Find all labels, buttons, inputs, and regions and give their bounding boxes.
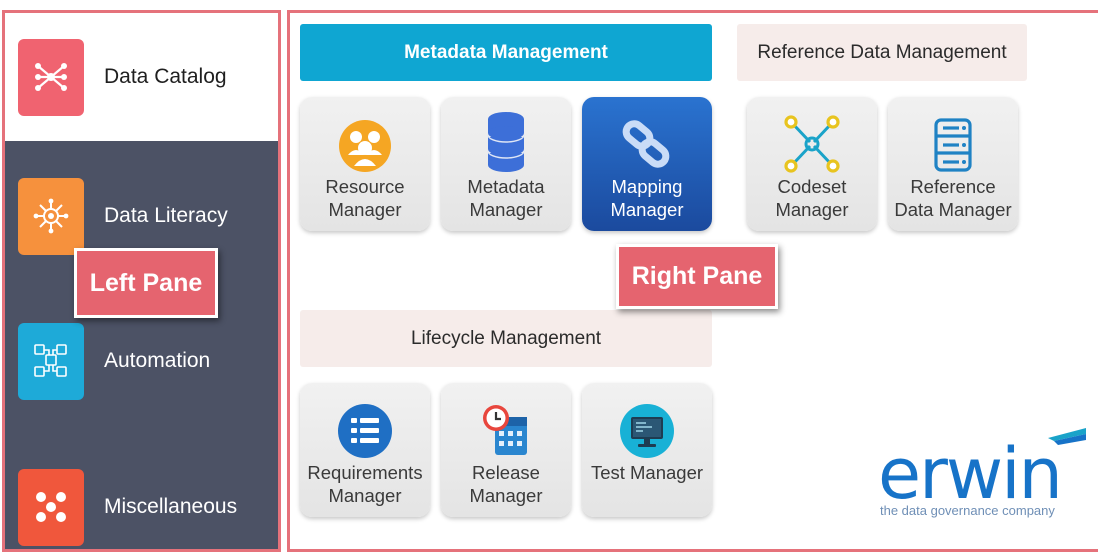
- reference-data-manager-label: Reference Data Manager: [894, 176, 1012, 220]
- requirements-manager-label: Requirements Manager: [307, 462, 423, 506]
- erwin-logo: erwin the data governance company: [870, 420, 1095, 530]
- automation-icon: [18, 322, 84, 400]
- section-header-reference-data-management[interactable]: Reference Data Management: [737, 24, 1027, 81]
- nav-item-data-literacy[interactable]: Data Literacy: [5, 176, 278, 256]
- miscellaneous-icon: [18, 468, 84, 546]
- release-manager-icon: [481, 383, 531, 459]
- nav-label-automation: Automation: [104, 349, 211, 372]
- nav-label-data-catalog: Data Catalog: [104, 65, 227, 88]
- nav-label-miscellaneous: Miscellaneous: [104, 495, 238, 518]
- codeset-manager-label: Codeset Manager: [775, 176, 849, 220]
- reference-data-manager-tile[interactable]: Reference Data Manager: [888, 97, 1018, 231]
- requirements-manager-icon: [336, 383, 394, 459]
- resource-manager-label: Resource Manager: [325, 176, 405, 220]
- reference-data-manager-icon: [933, 97, 973, 173]
- erwin-logo-flag-icon: [1048, 428, 1086, 445]
- resource-manager-icon: [338, 97, 392, 173]
- release-manager-label: Release Manager: [469, 462, 543, 506]
- nav-item-data-catalog[interactable]: Data Catalog: [5, 13, 278, 141]
- resource-manager-tile[interactable]: Resource Manager: [300, 97, 430, 231]
- test-manager-tile[interactable]: Test Manager: [582, 383, 712, 517]
- metadata-manager-label: Metadata Manager: [467, 176, 545, 220]
- codeset-manager-tile[interactable]: Codeset Manager: [747, 97, 877, 231]
- mapping-manager-label: Mapping Manager: [610, 176, 684, 220]
- release-manager-tile[interactable]: Release Manager: [441, 383, 571, 517]
- section-header-metadata-management[interactable]: Metadata Management: [300, 24, 712, 81]
- nav-label-data-literacy: Data Literacy: [104, 204, 228, 227]
- erwin-logo-tagline: the data governance company: [880, 503, 1055, 518]
- data-catalog-icon: [18, 38, 84, 116]
- right-pane-callout: Right Pane: [616, 244, 778, 309]
- left-pane-callout: Left Pane: [74, 248, 218, 318]
- mapping-manager-tile[interactable]: Mapping Manager: [582, 97, 712, 231]
- nav-item-automation[interactable]: Automation: [5, 321, 278, 401]
- test-manager-icon: [618, 383, 676, 459]
- nav-item-miscellaneous[interactable]: Miscellaneous: [5, 467, 278, 547]
- section-header-lifecycle-management[interactable]: Lifecycle Management: [300, 310, 712, 367]
- test-manager-label: Test Manager: [590, 462, 704, 483]
- metadata-manager-tile[interactable]: Metadata Manager: [441, 97, 571, 231]
- mapping-manager-icon: [619, 97, 675, 173]
- metadata-manager-icon: [486, 97, 526, 173]
- codeset-manager-icon: [783, 97, 841, 173]
- erwin-logo-wordmark: erwin: [878, 433, 1063, 515]
- requirements-manager-tile[interactable]: Requirements Manager: [300, 383, 430, 517]
- data-literacy-icon: [18, 177, 84, 255]
